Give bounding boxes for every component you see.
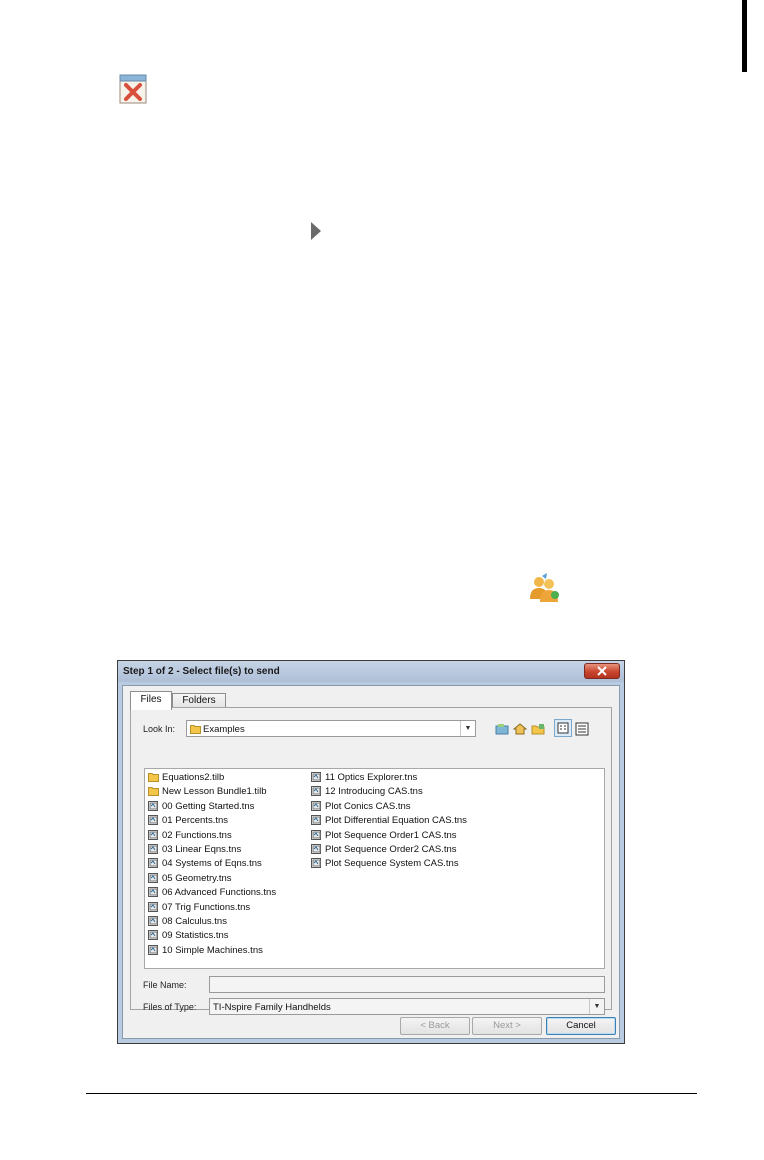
folder-icon (190, 725, 201, 734)
tab-folders[interactable]: Folders (172, 693, 226, 708)
list-item[interactable]: Plot Conics CAS.tns (311, 800, 411, 814)
folder-icon (148, 773, 159, 782)
tns-document-icon (311, 786, 321, 797)
file-name: 00 Getting Started.tns (162, 800, 255, 812)
new-folder-icon[interactable] (531, 723, 545, 735)
cancel-button[interactable]: Cancel (546, 1017, 616, 1035)
file-name: 06 Advanced Functions.tns (162, 887, 277, 899)
file-name: Plot Conics CAS.tns (325, 800, 411, 812)
file-list[interactable]: Equations2.tilb New Lesson Bundle1.tilb 00… (144, 768, 605, 969)
file-name: Plot Sequence System CAS.tns (325, 858, 459, 870)
list-item[interactable]: 09 Statistics.tns (148, 929, 229, 943)
list-item[interactable]: Plot Sequence System CAS.tns (311, 857, 459, 871)
file-name: 10 Simple Machines.tns (162, 944, 263, 956)
list-item[interactable]: 04 Systems of Eqns.tns (148, 857, 262, 871)
list-item[interactable]: 06 Advanced Functions.tns (148, 886, 276, 900)
tns-document-icon (148, 901, 158, 912)
file-name-label: File Name: (143, 980, 187, 990)
list-item[interactable]: 01 Percents.tns (148, 814, 228, 828)
list-item[interactable]: 08 Calculus.tns (148, 915, 227, 929)
list-item[interactable]: 05 Geometry.tns (148, 872, 232, 886)
chevron-down-icon[interactable]: ▼ (589, 999, 604, 1014)
list-view-button[interactable] (554, 719, 572, 737)
details-view-icon[interactable] (575, 722, 589, 736)
send-to-class-icon (530, 573, 559, 602)
file-name: 03 Linear Eqns.tns (162, 844, 242, 855)
file-name: 01 Percents.tns (162, 815, 229, 827)
dialog-close-button[interactable] (584, 663, 620, 679)
list-item[interactable]: 07 Trig Functions.tns (148, 901, 250, 915)
file-name-input[interactable] (209, 976, 605, 993)
select-files-dialog: Step 1 of 2 - Select file(s) to send Fil… (117, 660, 625, 1044)
look-in-combobox[interactable]: Examples ▼ (186, 720, 476, 737)
close-icon (597, 666, 607, 676)
tns-document-icon (311, 844, 321, 854)
files-of-type-select[interactable]: TI-Nspire Family Handhelds ▼ (209, 998, 605, 1015)
list-item[interactable]: Plot Differential Equation CAS.tns (311, 814, 467, 828)
tns-document-icon (148, 858, 158, 869)
list-item[interactable]: 10 Simple Machines.tns (148, 944, 263, 958)
tns-document-icon (311, 815, 321, 826)
list-item[interactable]: Plot Sequence Order2 CAS.tns (311, 843, 457, 857)
look-in-value: Examples (203, 724, 245, 735)
list-item[interactable]: 00 Getting Started.tns (148, 800, 254, 814)
file-name: 09 Statistics.tns (162, 930, 229, 942)
list-view-icon (557, 722, 569, 734)
folder-icon (148, 787, 159, 797)
tns-document-icon (311, 829, 321, 840)
footer-rule (86, 1093, 697, 1094)
file-name: 07 Trig Functions.tns (162, 901, 251, 913)
file-name: Plot Sequence Order1 CAS.tns (325, 829, 457, 841)
list-item[interactable]: Plot Sequence Order1 CAS.tns (311, 829, 457, 843)
files-tab-panel: Look In: Examples ▼ Equations2.tilb New … (130, 707, 612, 1015)
tns-document-icon (311, 800, 321, 811)
file-name: Plot Sequence Order2 CAS.tns (325, 844, 457, 855)
file-name: 02 Functions.tns (162, 829, 232, 841)
tns-document-icon (148, 844, 158, 854)
file-name: 04 Systems of Eqns.tns (162, 858, 262, 870)
tns-document-icon (311, 772, 321, 782)
file-name: New Lesson Bundle1.tilb (162, 786, 267, 798)
tns-document-icon (311, 858, 321, 869)
submenu-arrow-icon (311, 222, 321, 240)
dialog-title: Step 1 of 2 - Select file(s) to send (123, 666, 280, 677)
tns-document-icon (148, 887, 158, 898)
up-one-level-icon[interactable] (495, 723, 509, 735)
next-button[interactable]: Next > (472, 1017, 542, 1035)
tab-files[interactable]: Files (130, 691, 172, 710)
file-name: 11 Optics Explorer.tns (325, 772, 418, 783)
tns-document-icon (148, 829, 158, 840)
list-item[interactable]: Equations2.tilb (148, 771, 224, 785)
list-item[interactable]: 11 Optics Explorer.tns (311, 771, 417, 785)
look-in-label: Look In: (143, 724, 176, 734)
tns-document-icon (148, 930, 158, 941)
tns-document-icon (148, 944, 158, 955)
file-name: 05 Geometry.tns (162, 872, 232, 884)
tns-document-icon (148, 800, 158, 811)
list-item[interactable]: New Lesson Bundle1.tilb (148, 785, 267, 799)
files-of-type-value: TI-Nspire Family Handhelds (213, 1002, 331, 1013)
file-name: 08 Calculus.tns (162, 916, 227, 927)
tns-document-icon (148, 815, 158, 826)
back-button[interactable]: < Back (400, 1017, 470, 1035)
list-item[interactable]: 02 Functions.tns (148, 829, 232, 843)
tns-document-icon (148, 872, 158, 883)
home-icon[interactable] (513, 723, 527, 735)
list-item[interactable]: 12 Introducing CAS.tns (311, 785, 423, 799)
tns-document-icon (148, 916, 158, 926)
list-item[interactable]: 03 Linear Eqns.tns (148, 843, 241, 857)
close-document-icon (119, 74, 147, 104)
dialog-titlebar: Step 1 of 2 - Select file(s) to send (118, 661, 624, 682)
file-name: 12 Introducing CAS.tns (325, 786, 423, 798)
chevron-down-icon[interactable]: ▼ (460, 721, 475, 736)
margin-bar (742, 0, 747, 72)
dialog-content: Files Folders Look In: Examples ▼ Equati… (122, 685, 620, 1039)
file-name: Equations2.tilb (162, 772, 225, 783)
file-name: Plot Differential Equation CAS.tns (325, 815, 467, 827)
files-of-type-label: Files of Type: (143, 1002, 197, 1012)
